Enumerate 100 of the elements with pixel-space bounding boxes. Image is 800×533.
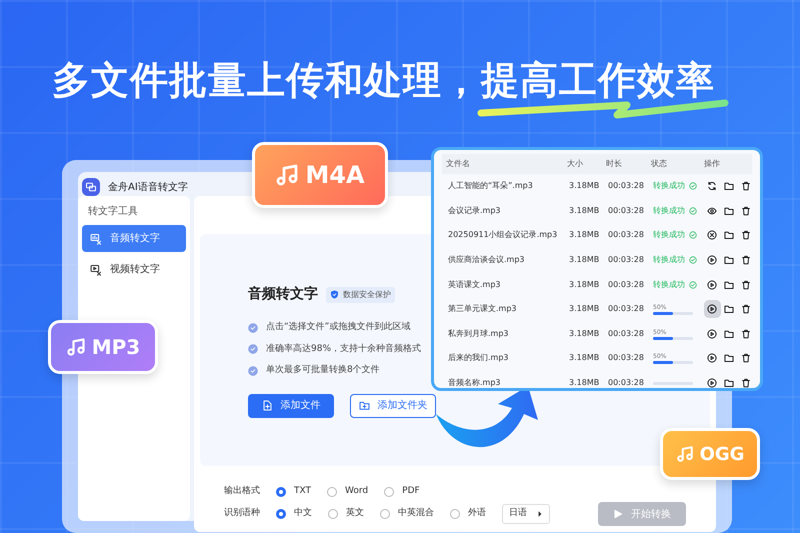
radio-button[interactable] — [327, 487, 338, 497]
audio-text-icon — [90, 232, 102, 244]
file-name: 供应商洽谈会议.mp3 — [448, 254, 526, 266]
file-name: 英语课文.mp3 — [448, 278, 502, 291]
folder-icon — [724, 280, 734, 290]
play-circle-icon — [707, 280, 718, 290]
folder-icon — [724, 328, 734, 339]
option-label: 输出格式 — [224, 485, 260, 498]
radio-label: 英文 — [346, 507, 364, 520]
upload-title: 音频转文字 — [248, 284, 318, 304]
check-circle-icon — [248, 344, 258, 354]
file-name: 私奔到月球.mp3 — [448, 328, 510, 340]
sidebar-item[interactable]: 音频转文字 — [82, 225, 186, 252]
file-name: 人工智能的“耳朵”.mp3 — [448, 180, 534, 192]
file-size: 3.18MB — [569, 328, 600, 340]
action-button[interactable] — [706, 228, 719, 242]
play-circle-icon — [707, 255, 718, 266]
folder-icon — [724, 353, 734, 364]
format-label: M4A — [305, 160, 365, 191]
cancel-circle-icon — [707, 230, 718, 240]
status-text: 转换成功 — [653, 229, 703, 242]
file-duration: 00:03:28 — [608, 180, 645, 192]
language-dropdown[interactable]: 日语 — [502, 504, 550, 524]
trash-icon — [740, 230, 751, 240]
file-plus-icon — [262, 400, 272, 411]
status-text: 转换成功 — [653, 204, 703, 217]
radio-button[interactable] — [384, 487, 394, 497]
file-size: 3.18MB — [569, 229, 600, 242]
file-name: 20250911小组会议记录.mp3 — [448, 229, 558, 242]
file-size: 3.18MB — [569, 204, 600, 217]
file-duration: 00:03:28 — [608, 278, 645, 291]
format-label: OGG — [700, 442, 744, 466]
radio-button[interactable] — [276, 509, 286, 519]
trash-icon — [740, 328, 751, 339]
file-size: 3.18MB — [569, 278, 600, 291]
refresh-icon — [707, 181, 718, 192]
play-circle-icon — [707, 353, 718, 364]
action-button[interactable] — [706, 376, 719, 390]
check-circle-icon — [248, 366, 258, 376]
check-circle-icon — [689, 256, 697, 264]
sidebar-heading: 转文字工具 — [87, 204, 139, 219]
status-text: 转换成功 — [653, 180, 703, 192]
app-title: 金舟AI语音转文字 — [108, 180, 188, 194]
video-text-icon — [90, 264, 102, 276]
add-file-button[interactable]: 添加文件 — [248, 394, 334, 418]
radio-label: 中文 — [294, 507, 312, 520]
file-duration: 00:03:28 — [608, 352, 645, 364]
file-size: 3.18MB — [569, 180, 600, 192]
caret-right-icon — [537, 511, 543, 517]
column-header: 操作 — [704, 158, 721, 170]
security-badge: 数据安全保护 — [326, 286, 395, 302]
folder-icon — [724, 230, 734, 240]
status-text: 转换成功 — [653, 278, 703, 291]
trash-icon — [740, 378, 751, 388]
action-button[interactable] — [706, 326, 719, 341]
file-size: 3.18MB — [569, 303, 600, 316]
feature-text: 单次最多可批量转换8个文件 — [266, 364, 380, 377]
play-circle-icon — [707, 304, 718, 314]
folder-icon — [724, 181, 734, 192]
radio-label: 中英混合 — [398, 507, 434, 520]
option-label: 识别语种 — [224, 507, 260, 520]
play-icon — [613, 509, 623, 519]
file-size: 3.18MB — [569, 377, 600, 390]
radio-button[interactable] — [276, 487, 286, 497]
column-header: 状态 — [651, 158, 668, 170]
feature-text: 准确率高达98%，支持十余种音频格式 — [266, 342, 422, 356]
trash-icon — [740, 280, 751, 290]
music-note-icon — [66, 337, 86, 357]
trash-icon — [740, 304, 751, 314]
status-text: 转换成功 — [653, 254, 703, 266]
file-size: 3.18MB — [569, 352, 600, 364]
trash-icon — [740, 181, 751, 192]
action-button[interactable] — [706, 302, 719, 316]
action-button[interactable] — [706, 351, 719, 366]
radio-button[interactable] — [450, 509, 460, 519]
trash-icon — [740, 206, 751, 216]
column-header: 文件名 — [446, 158, 471, 170]
add-folder-button[interactable]: 添加文件夹 — [350, 394, 436, 418]
file-duration: 00:03:28 — [608, 328, 645, 340]
headline-highlight-text: 提高工作效率 — [481, 58, 715, 102]
check-circle-icon — [689, 206, 697, 215]
headline-text: 多文件批量上传和处理， — [52, 58, 481, 102]
action-button[interactable] — [706, 253, 719, 268]
trash-icon — [740, 353, 751, 364]
feature-text: 点击“选择文件”或拖拽文件到此区域 — [266, 321, 410, 334]
file-duration: 00:03:28 — [608, 254, 645, 266]
file-duration: 00:03:28 — [608, 377, 645, 390]
file-name: 音频名称.mp3 — [448, 377, 502, 390]
radio-label: 外语 — [468, 507, 486, 520]
radio-button[interactable] — [380, 509, 390, 519]
action-button[interactable] — [706, 278, 719, 292]
file-duration: 00:03:28 — [608, 204, 645, 217]
radio-button[interactable] — [328, 509, 338, 519]
sidebar-item[interactable]: 视频转文字 — [82, 256, 186, 283]
format-label: MP3 — [92, 334, 140, 361]
check-circle-icon — [248, 322, 258, 333]
radio-label: PDF — [402, 485, 420, 498]
music-note-icon — [676, 445, 694, 463]
file-name: 会议记录.mp3 — [448, 204, 502, 217]
check-circle-icon — [689, 280, 697, 289]
